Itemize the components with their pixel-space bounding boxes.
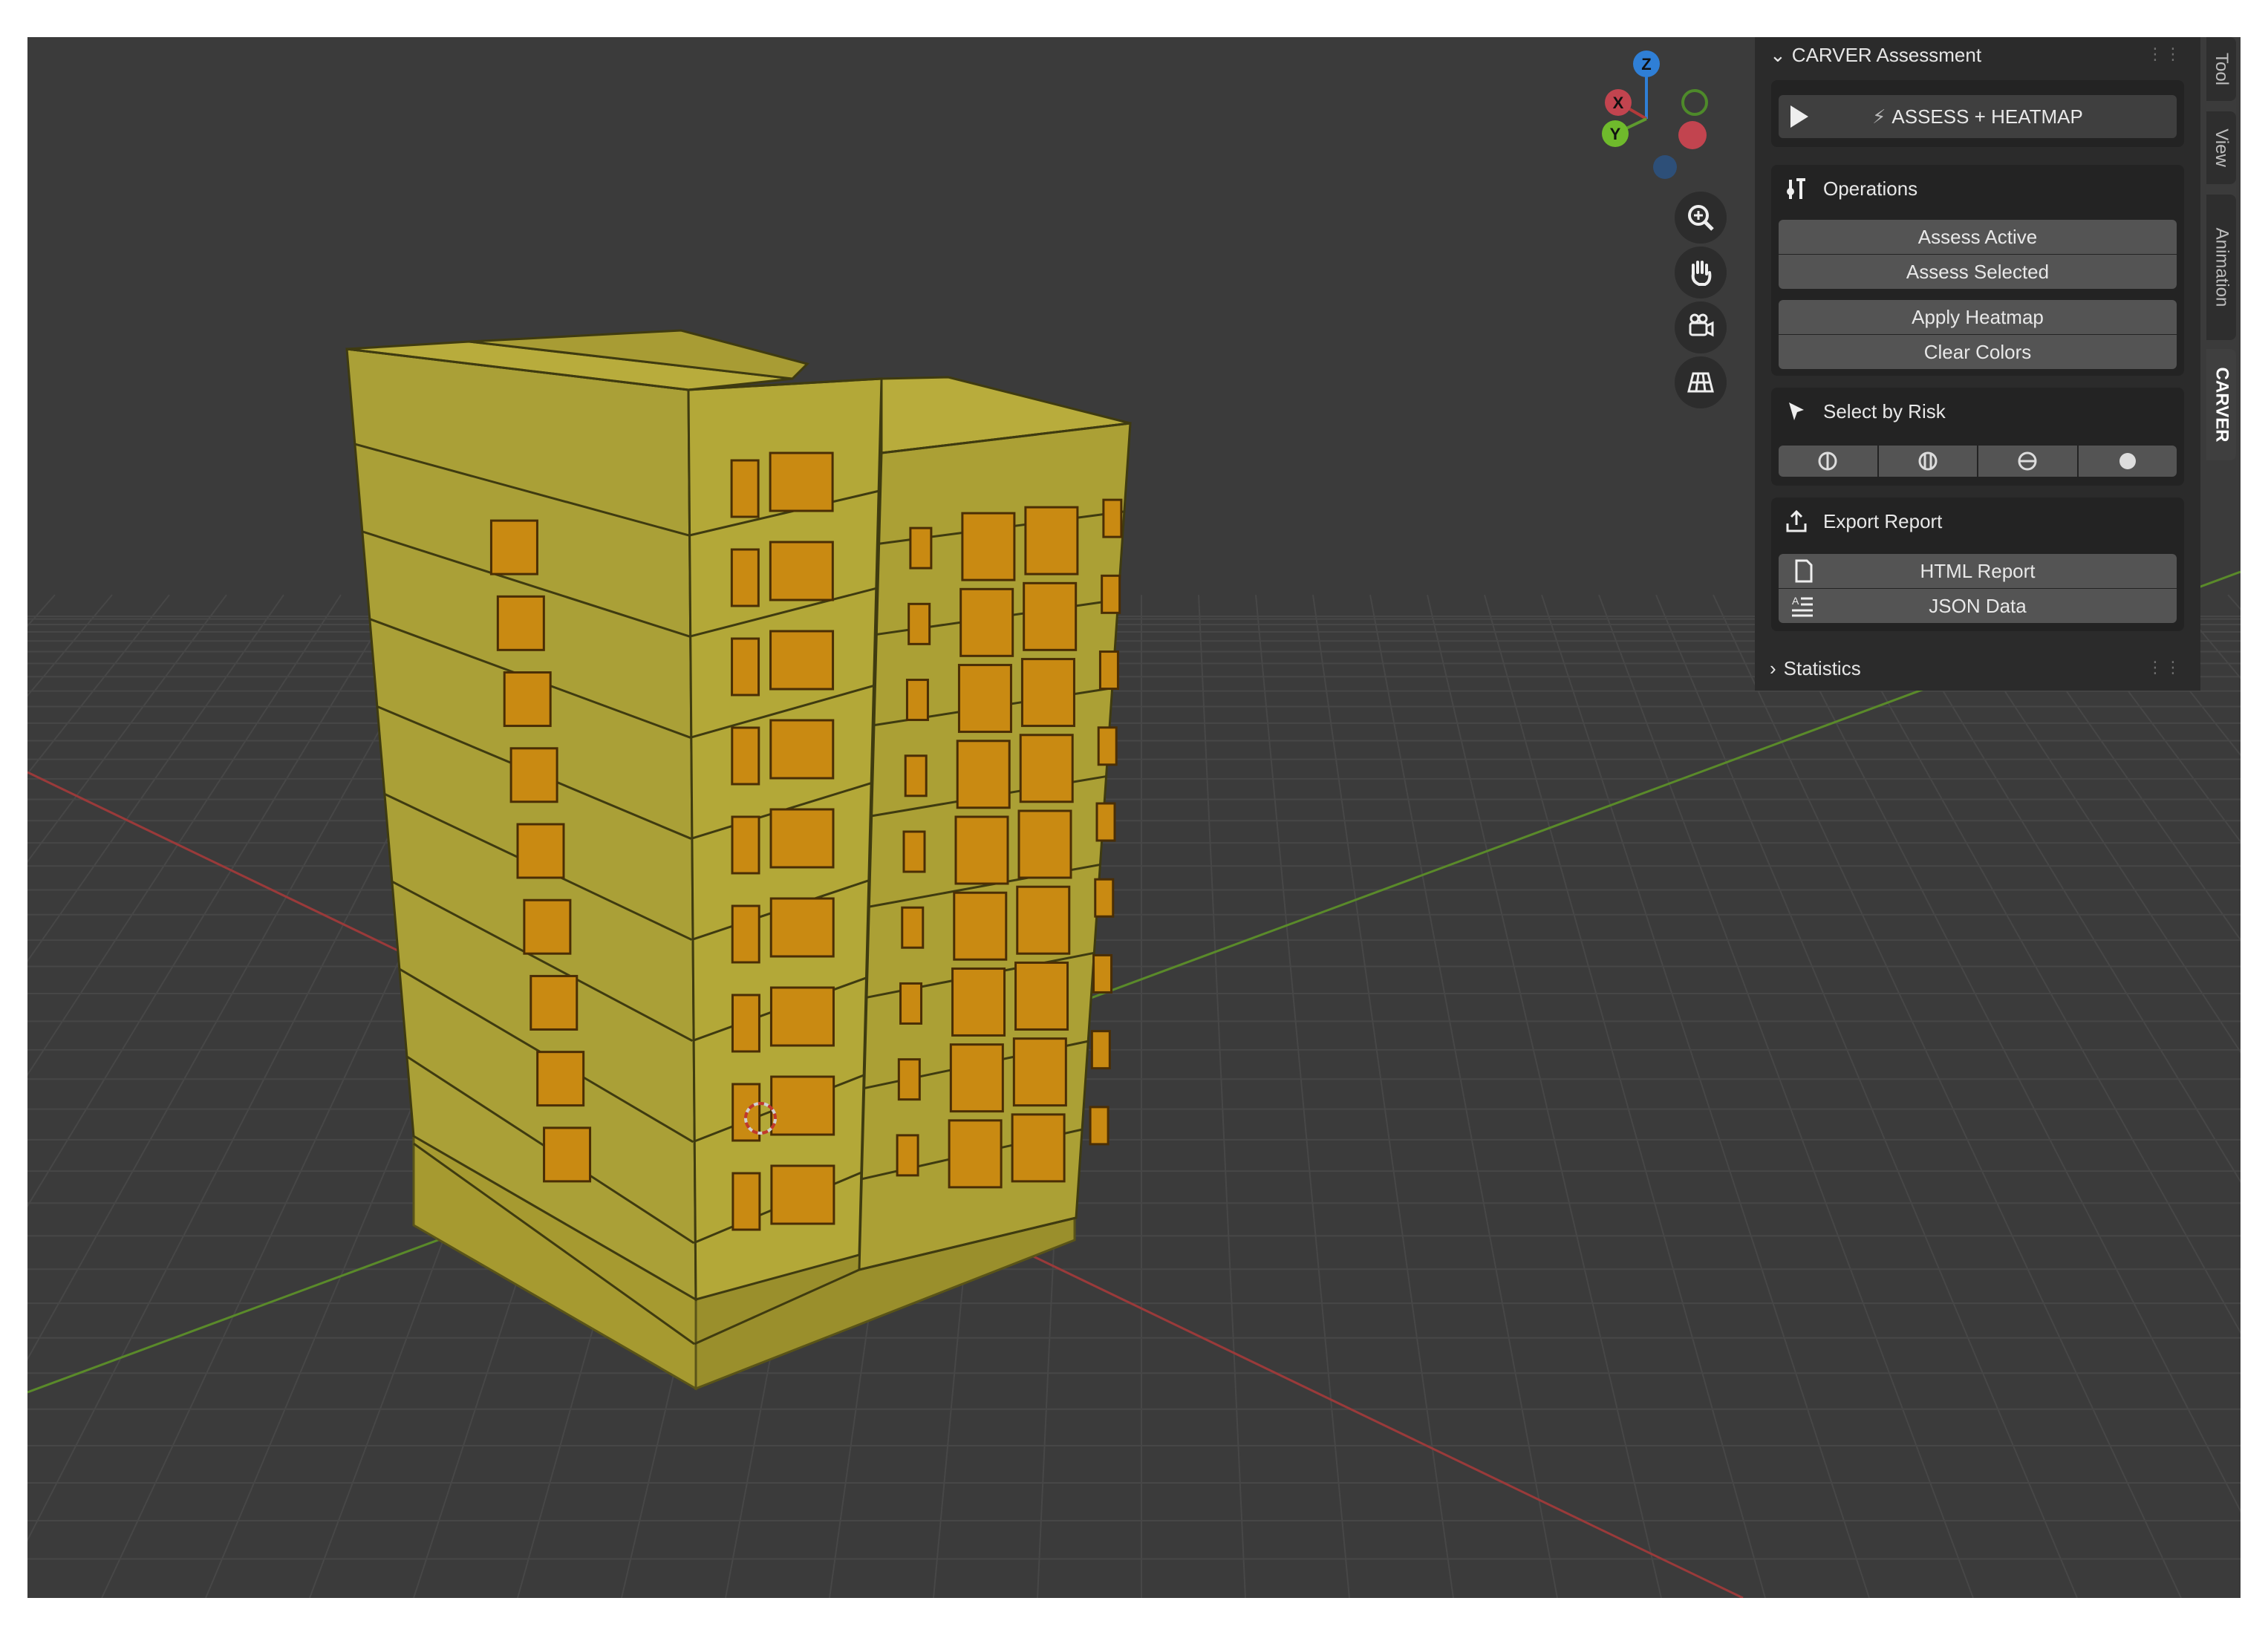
cursor-arrow-icon	[1782, 397, 1811, 426]
hand-icon[interactable]	[1675, 247, 1727, 299]
drag-handle-icon[interactable]: ⋮⋮	[2147, 45, 2183, 64]
operations-box: Operations Assess Active Assess Selected…	[1771, 165, 2184, 376]
building[interactable]	[345, 329, 1132, 1391]
drag-handle-icon[interactable]: ⋮⋮	[2147, 658, 2183, 677]
tab-animation[interactable]: Animation	[2206, 195, 2236, 340]
play-icon	[1790, 105, 1808, 128]
bolt-icon: ⚡	[1872, 105, 1886, 128]
html-report-button[interactable]: HTML Report	[1779, 554, 2177, 588]
sidebar-tabs: Tool View Animation CARVER	[2203, 37, 2241, 498]
panel-title: CARVER Assessment	[1791, 43, 1982, 66]
svg-text:X: X	[1613, 94, 1624, 112]
assess-box: ⚡ ASSESS + HEATMAP	[1771, 80, 2184, 147]
document-icon	[1795, 559, 1813, 583]
risk-medium-icon[interactable]	[1878, 446, 1977, 477]
carver-assessment-header[interactable]: ⌄ CARVER Assessment	[1770, 37, 1981, 73]
tab-carver[interactable]: CARVER	[2206, 349, 2236, 460]
apply-heatmap-button[interactable]: Apply Heatmap	[1779, 300, 2177, 334]
select-by-risk-header: Select by Risk	[1782, 394, 1946, 429]
risk-low-icon[interactable]	[1779, 446, 1877, 477]
tab-tool[interactable]: Tool	[2206, 37, 2236, 101]
3d-viewport[interactable]: Z X Y ⌄ CARVER Assessment ⋮⋮ ⚡ ASSESS + …	[27, 37, 2241, 1598]
gizmo-neg-z	[1653, 155, 1677, 179]
risk-high-icon[interactable]	[1978, 446, 2077, 477]
carver-panel: ⌄ CARVER Assessment ⋮⋮ ⚡ ASSESS + HEATMA…	[1755, 37, 2200, 691]
tools-icon	[1782, 174, 1811, 203]
grid-icon[interactable]	[1675, 356, 1727, 408]
camera-icon[interactable]	[1675, 301, 1727, 353]
assess-selected-button[interactable]: Assess Selected	[1779, 255, 2177, 289]
select-by-risk-box: Select by Risk	[1771, 388, 2184, 486]
json-data-button[interactable]: A JSON Data	[1779, 589, 2177, 623]
tab-view[interactable]: View	[2206, 111, 2236, 184]
operations-header: Operations	[1782, 171, 1917, 206]
statistics-header[interactable]: › Statistics	[1770, 650, 1861, 686]
gizmo-neg-y	[1681, 89, 1708, 116]
risk-buttons	[1779, 446, 2177, 477]
assess-active-button[interactable]: Assess Active	[1779, 220, 2177, 254]
floor-grid	[27, 594, 2241, 1598]
export-icon	[1782, 506, 1811, 536]
chevron-right-icon: ›	[1770, 656, 1776, 679]
export-report-box: Export Report HTML Report A JSON Data	[1771, 498, 2184, 631]
zoom-icon[interactable]	[1675, 192, 1727, 244]
svg-text:Y: Y	[1610, 125, 1621, 143]
svg-text:Z: Z	[1641, 55, 1651, 74]
svg-text:A: A	[1792, 595, 1799, 607]
chevron-down-icon: ⌄	[1770, 43, 1786, 66]
gizmo-neg-x	[1678, 121, 1707, 149]
assess-heatmap-button[interactable]: ⚡ ASSESS + HEATMAP	[1779, 95, 2177, 138]
text-list-icon: A	[1792, 595, 1813, 617]
risk-critical-icon[interactable]	[2078, 446, 2177, 477]
clear-colors-button[interactable]: Clear Colors	[1779, 335, 2177, 369]
navigation-gizmo[interactable]: Z X Y	[1580, 45, 1713, 193]
export-report-header: Export Report	[1782, 503, 1942, 539]
